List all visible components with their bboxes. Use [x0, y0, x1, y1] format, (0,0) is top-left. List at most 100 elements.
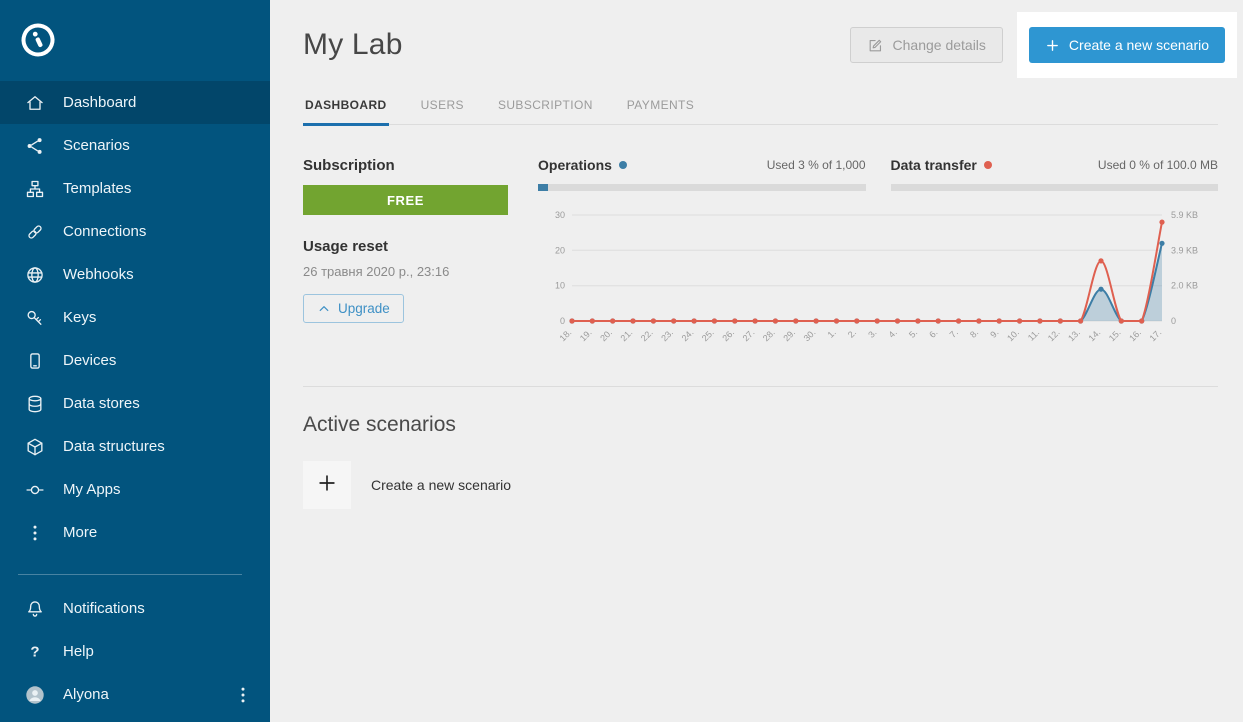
app-logo[interactable]: [0, 0, 270, 81]
sidebar-item-label: Keys: [63, 309, 96, 326]
database-icon: [24, 393, 46, 415]
upgrade-button[interactable]: Upgrade: [303, 294, 404, 323]
sidebar-item-devices[interactable]: Devices: [0, 339, 270, 382]
svg-text:19.: 19.: [578, 327, 594, 343]
sidebar-item-label: Notifications: [63, 600, 145, 617]
svg-text:27.: 27.: [741, 327, 757, 343]
operations-used-text: Used 3 % of 1,000: [767, 158, 866, 172]
svg-text:8.: 8.: [968, 327, 980, 339]
page-header: My Lab Change details Create a new scena…: [270, 0, 1243, 78]
create-scenario-row[interactable]: Create a new scenario: [303, 461, 511, 509]
usage-chart: 00102.0 KB203.9 KB305.9 KB18.19.20.21.22…: [538, 205, 1218, 357]
sidebar-item-label: Dashboard: [63, 94, 136, 111]
svg-text:30: 30: [555, 210, 565, 220]
data-transfer-progress: [891, 184, 1219, 191]
active-scenarios-heading: Active scenarios: [303, 413, 1218, 437]
page-title: My Lab: [303, 28, 403, 62]
data-transfer-used-text: Used 0 % of 100.0 MB: [1098, 158, 1218, 172]
sidebar-item-data-structures[interactable]: Data structures: [0, 425, 270, 468]
question-icon: ?: [24, 641, 46, 663]
sidebar-item-connections[interactable]: Connections: [0, 210, 270, 253]
globe-icon: [24, 264, 46, 286]
svg-text:25.: 25.: [700, 327, 716, 343]
tab-subscription[interactable]: SUBSCRIPTION: [496, 92, 595, 124]
svg-text:18.: 18.: [557, 327, 573, 343]
main-content: My Lab Change details Create a new scena…: [270, 0, 1243, 722]
share-icon: [24, 135, 46, 157]
usage-chart-wrap: 00102.0 KB203.9 KB305.9 KB18.19.20.21.22…: [538, 205, 1218, 362]
sidebar-item-more[interactable]: More: [0, 511, 270, 554]
sidebar-item-label: My Apps: [63, 481, 121, 498]
svg-text:12.: 12.: [1046, 327, 1062, 343]
change-details-button[interactable]: Change details: [850, 27, 1003, 63]
create-scenario-button[interactable]: Create a new scenario: [1029, 27, 1225, 63]
svg-text:28.: 28.: [761, 327, 777, 343]
dots-icon: [24, 522, 46, 544]
svg-text:13.: 13.: [1066, 327, 1082, 343]
usage-section: Subscription FREE Usage reset 26 травня …: [303, 157, 1218, 362]
plan-badge: FREE: [303, 185, 508, 215]
svg-text:16.: 16.: [1127, 327, 1143, 343]
sidebar-item-label: Webhooks: [63, 266, 134, 283]
operations-title: Operations: [538, 157, 612, 173]
svg-text:3.9 KB: 3.9 KB: [1171, 245, 1198, 255]
sidebar-item-dashboard[interactable]: Dashboard: [0, 81, 270, 124]
sidebar-item-alyona[interactable]: Alyona: [0, 673, 270, 716]
sidebar-item-help[interactable]: ? Help: [0, 630, 270, 673]
create-scenario-plus-box[interactable]: [303, 461, 351, 509]
user-menu-dots-icon[interactable]: [232, 684, 254, 706]
templates-icon: [24, 178, 46, 200]
upgrade-label: Upgrade: [338, 301, 390, 316]
avatar-icon: [24, 684, 46, 706]
sidebar-item-my-apps[interactable]: My Apps: [0, 468, 270, 511]
tab-users[interactable]: USERS: [419, 92, 466, 124]
data-transfer-title: Data transfer: [891, 157, 977, 173]
svg-text:11.: 11.: [1026, 327, 1041, 342]
plus-icon: [316, 472, 338, 499]
sidebar-item-templates[interactable]: Templates: [0, 167, 270, 210]
device-icon: [24, 350, 46, 372]
operations-progress-fill: [538, 184, 548, 191]
sidebar-item-label: Connections: [63, 223, 146, 240]
operations-header: Operations Used 3 % of 1,000: [538, 157, 866, 173]
section-divider: [303, 386, 1218, 387]
usage-column: Operations Used 3 % of 1,000 Data transf…: [538, 157, 1218, 362]
create-scenario-row-label: Create a new scenario: [371, 477, 511, 493]
svg-text:30.: 30.: [802, 327, 818, 343]
svg-text:17.: 17.: [1147, 327, 1163, 343]
svg-text:14.: 14.: [1086, 327, 1102, 343]
tab-dashboard[interactable]: DASHBOARD: [303, 92, 389, 126]
svg-text:2.: 2.: [846, 327, 858, 339]
operations-usage: Operations Used 3 % of 1,000: [538, 157, 866, 191]
svg-text:23.: 23.: [659, 327, 675, 343]
apps-icon: [24, 479, 46, 501]
sidebar-item-label: Templates: [63, 180, 131, 197]
svg-text:?: ?: [30, 643, 39, 660]
sidebar-item-scenarios[interactable]: Scenarios: [0, 124, 270, 167]
svg-text:21.: 21.: [618, 327, 634, 343]
sidebar-item-keys[interactable]: Keys: [0, 296, 270, 339]
svg-text:5.9 KB: 5.9 KB: [1171, 210, 1198, 220]
subscription-heading: Subscription: [303, 157, 508, 174]
sidebar-item-label: More: [63, 524, 97, 541]
tab-payments[interactable]: PAYMENTS: [625, 92, 696, 124]
svg-text:20.: 20.: [598, 327, 614, 343]
sidebar-footer: Notifications? Help Alyona: [0, 560, 270, 722]
svg-text:6.: 6.: [927, 327, 939, 339]
sidebar-item-notifications[interactable]: Notifications: [0, 587, 270, 630]
data-transfer-dot-icon: [984, 161, 992, 169]
sidebar-item-data-stores[interactable]: Data stores: [0, 382, 270, 425]
svg-text:0: 0: [1171, 316, 1176, 326]
plus-icon: [1045, 38, 1060, 53]
sidebar-menu: Dashboard Scenarios Templates Connections We…: [0, 81, 270, 554]
link-icon: [24, 221, 46, 243]
home-icon: [24, 92, 46, 114]
sidebar-item-webhooks[interactable]: Webhooks: [0, 253, 270, 296]
svg-text:7.: 7.: [948, 327, 960, 339]
cube-icon: [24, 436, 46, 458]
sidebar-item-label: Devices: [63, 352, 116, 369]
integromat-logo-icon: [18, 47, 58, 64]
sidebar-item-label: Alyona: [63, 686, 109, 703]
sidebar-item-label: Help: [63, 643, 94, 660]
svg-text:10: 10: [555, 281, 565, 291]
